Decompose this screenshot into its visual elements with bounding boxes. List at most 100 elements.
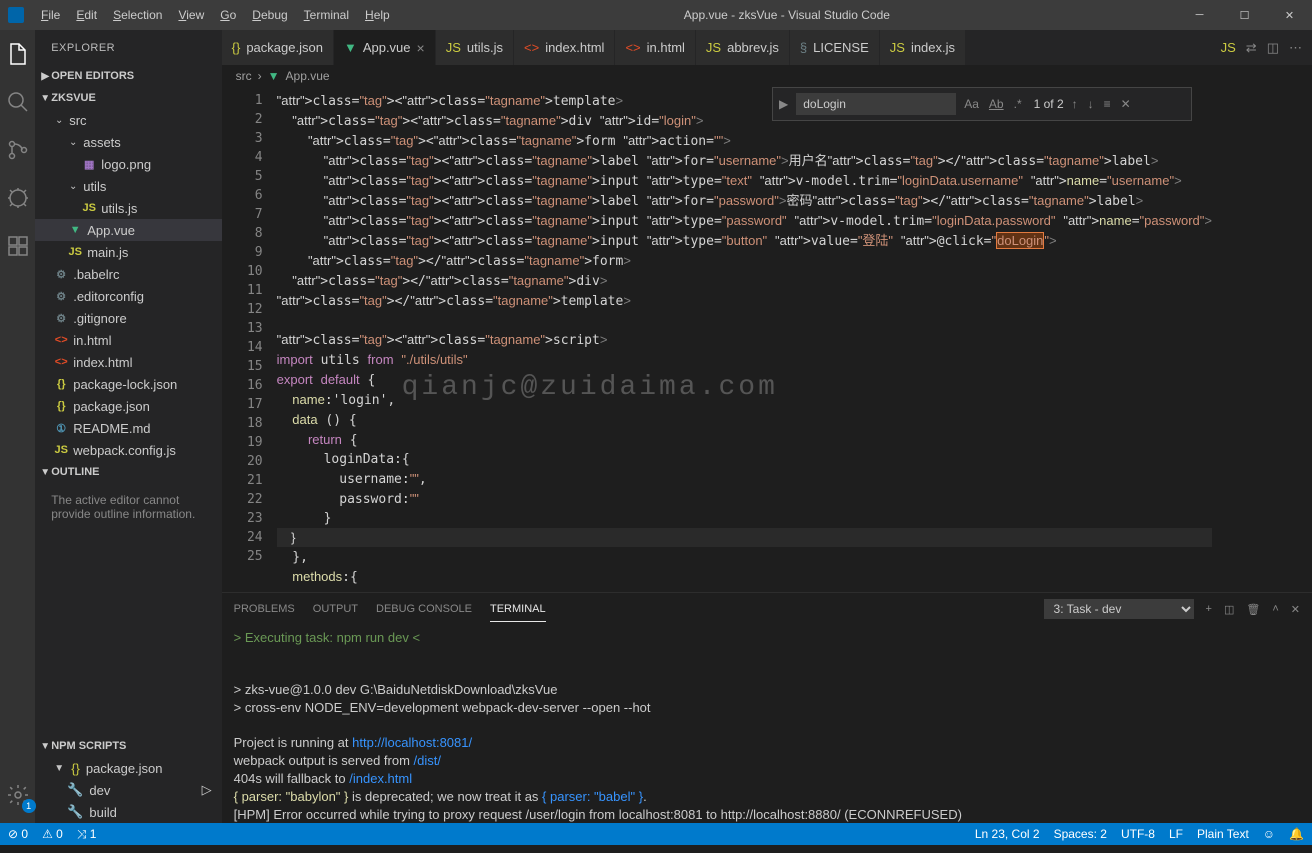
sidebar-title: EXPLORER [35,30,221,65]
js-icon: JS [67,244,83,260]
code-area[interactable]: "attr">class="tag"><"attr">class="tagnam… [277,87,1212,592]
new-terminal-icon[interactable]: + [1206,603,1212,615]
find-close-icon[interactable]: ✕ [1119,95,1133,113]
tab-index-js[interactable]: JSindex.js [880,30,966,65]
tree-item--babelrc[interactable]: ⚙.babelrc [35,263,221,285]
maximize-button[interactable]: ☐ [1222,0,1267,30]
activity-extensions-icon[interactable] [2,230,34,262]
activity-settings-icon[interactable]: 1 [2,779,34,811]
status-warnings[interactable]: ⚠ 0 [42,827,63,841]
find-expand-icon[interactable]: ▶ [777,95,790,113]
status-errors[interactable]: ⊘ 0 [8,827,28,841]
vue-icon: ▼ [268,69,280,83]
status-feedback-icon[interactable]: ☺ [1263,827,1275,841]
tree-item-index-html[interactable]: <>index.html [35,351,221,373]
play-icon[interactable]: ▷ [202,782,212,798]
menu-edit[interactable]: Edit [69,4,104,26]
terminal-output[interactable]: > Executing task: npm run dev < > zks-vu… [222,625,1312,823]
tree-item-in-html[interactable]: <>in.html [35,329,221,351]
regex-icon[interactable]: .* [1012,95,1024,113]
tree-item-src[interactable]: ⌄src [35,109,221,131]
section-project[interactable]: ▼ZKSVUE [35,87,221,109]
tree-item-main-js[interactable]: JSmain.js [35,241,221,263]
panel-close-icon[interactable]: ✕ [1291,603,1300,616]
status-encoding[interactable]: UTF-8 [1121,827,1155,841]
vue-icon: ▼ [344,40,357,55]
menu-view[interactable]: View [171,4,211,26]
status-spaces[interactable]: Spaces: 2 [1054,827,1107,841]
split-terminal-icon[interactable]: ◫ [1224,603,1234,616]
npm-script-dev[interactable]: 🔧dev▷ [35,779,221,801]
outline-empty-message: The active editor cannot provide outline… [35,483,221,531]
tree-item-utils[interactable]: ⌄utils [35,175,221,197]
split-icon[interactable]: ◫ [1267,40,1279,56]
tab-App-vue[interactable]: ▼App.vue× [334,30,436,65]
panel-up-icon[interactable]: ˄ [1272,603,1278,615]
tab-index-html[interactable]: <>index.html [514,30,615,65]
panel-tab-output[interactable]: OUTPUT [313,597,358,621]
js-icon: JS [53,442,69,458]
tree-item-webpack-config-js[interactable]: JSwebpack.config.js [35,439,221,461]
close-button[interactable]: ✕ [1267,0,1312,30]
status-bell-icon[interactable]: 🔔 [1289,827,1304,841]
panel-tab-problems[interactable]: PROBLEMS [234,597,295,621]
compare-icon[interactable]: ⇄ [1246,40,1257,56]
menu-go[interactable]: Go [213,4,243,26]
activity-debug-icon[interactable] [2,182,34,214]
section-open-editors[interactable]: ▶OPEN EDITORS [35,65,221,87]
npm-root[interactable]: ▼{}package.json [35,757,221,779]
tree-item--editorconfig[interactable]: ⚙.editorconfig [35,285,221,307]
status-position[interactable]: Ln 23, Col 2 [975,827,1040,841]
status-git[interactable]: ⤨ 1 [77,827,97,842]
tab-in-html[interactable]: <>in.html [615,30,695,65]
panel-tab-terminal[interactable]: TERMINAL [490,597,546,622]
status-language[interactable]: Plain Text [1197,827,1249,841]
tab-LICENSE[interactable]: §LICENSE [790,30,880,65]
find-prev-icon[interactable]: ↑ [1070,95,1080,113]
menu-debug[interactable]: Debug [245,4,294,26]
npm-script-build[interactable]: 🔧build [35,801,221,823]
menu-help[interactable]: Help [358,4,397,26]
find-input[interactable] [796,93,956,115]
more-icon[interactable]: ⋯ [1289,40,1302,56]
tree-item-App-vue[interactable]: ▼App.vue [35,219,221,241]
config-icon: ⚙ [53,310,69,326]
menu-terminal[interactable]: Terminal [297,4,356,26]
match-word-icon[interactable]: Ab [987,95,1006,113]
tree-item-package-json[interactable]: {}package.json [35,395,221,417]
config-icon: ⚙ [53,288,69,304]
editor-area: {}package.json▼App.vue×JSutils.js<>index… [222,30,1312,823]
menu-selection[interactable]: Selection [106,4,169,26]
status-bar: ⊘ 0 ⚠ 0 ⤨ 1 Ln 23, Col 2 Spaces: 2 UTF-8… [0,823,1312,845]
minimap[interactable] [1212,87,1312,592]
tab-package-json[interactable]: {}package.json [222,30,334,65]
section-npm-scripts[interactable]: ▼NPM SCRIPTS [35,735,221,757]
status-eol[interactable]: LF [1169,827,1183,841]
panel-tab-debug[interactable]: DEBUG CONSOLE [376,597,472,621]
find-selection-icon[interactable]: ≡ [1102,95,1113,113]
editor-content[interactable]: 1234567891011121314151617181920212223242… [222,87,1312,592]
section-outline[interactable]: ▼OUTLINE [35,461,221,483]
minimize-button[interactable]: ─ [1177,0,1222,30]
tree-item-assets[interactable]: ⌄assets [35,131,221,153]
tab-utils-js[interactable]: JSutils.js [436,30,514,65]
find-next-icon[interactable]: ↓ [1086,95,1096,113]
terminal-select[interactable]: 3: Task - dev [1044,599,1194,619]
tree-item-README-md[interactable]: ①README.md [35,417,221,439]
tree-item-utils-js[interactable]: JSutils.js [35,197,221,219]
activity-explorer-icon[interactable] [2,38,34,70]
tree-item--gitignore[interactable]: ⚙.gitignore [35,307,221,329]
activity-search-icon[interactable] [2,86,34,118]
breadcrumb[interactable]: src› ▼ App.vue [222,65,1312,87]
tree-item-package-lock-json[interactable]: {}package-lock.json [35,373,221,395]
tab-close-icon[interactable]: × [417,40,425,56]
tab-abbrev-js[interactable]: JSabbrev.js [696,30,790,65]
match-case-icon[interactable]: Aa [962,95,981,113]
html-icon: <> [524,40,539,55]
tree-item-logo-png[interactable]: ▦logo.png [35,153,221,175]
menu-file[interactable]: File [34,4,67,26]
panel-tabs: PROBLEMS OUTPUT DEBUG CONSOLE TERMINAL 3… [222,593,1312,625]
kill-terminal-icon[interactable]: 🗑 [1246,603,1260,616]
img-icon: ▦ [81,156,97,172]
activity-scm-icon[interactable] [2,134,34,166]
